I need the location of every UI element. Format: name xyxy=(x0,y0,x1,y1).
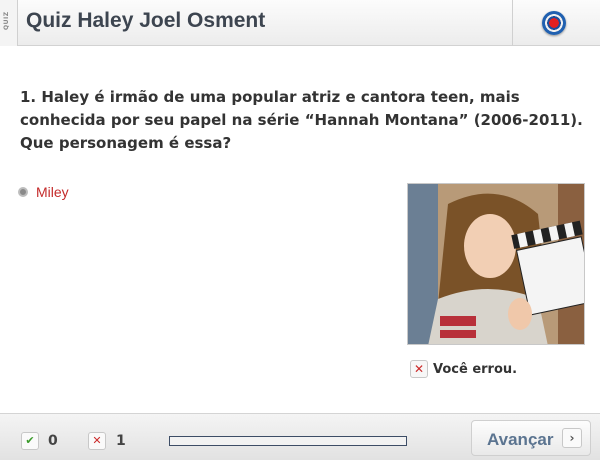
answer-option-label[interactable]: Miley xyxy=(36,184,69,200)
question-photo xyxy=(407,183,585,345)
quiz-side-tab: QUIZ xyxy=(0,0,18,46)
radio-icon[interactable] xyxy=(18,187,28,197)
next-button[interactable]: Avançar › xyxy=(471,420,591,456)
photo-illustration xyxy=(408,184,584,344)
globo-logo-icon xyxy=(542,11,566,35)
feedback-text: Você errou. xyxy=(433,362,518,377)
logo-container xyxy=(512,0,600,46)
quiz-footer: ✔ 0 ✕ 1 Avançar › xyxy=(0,413,600,460)
progress-bar xyxy=(169,436,407,446)
correct-count: 0 xyxy=(48,433,58,449)
wrong-count: 1 xyxy=(116,433,126,449)
x-icon: ✕ xyxy=(88,432,106,450)
check-icon: ✔ xyxy=(21,432,39,450)
quiz-header: QUIZ Quiz Haley Joel Osment xyxy=(0,0,600,46)
quiz-title: Quiz Haley Joel Osment xyxy=(26,9,266,32)
chevron-right-icon: › xyxy=(562,428,582,448)
next-button-label: Avançar xyxy=(487,430,554,449)
quiz-tab-label: QUIZ xyxy=(3,11,10,30)
x-icon: ✕ xyxy=(410,360,428,378)
question-text: 1. Haley é irmão de uma popular atriz e … xyxy=(20,88,583,152)
